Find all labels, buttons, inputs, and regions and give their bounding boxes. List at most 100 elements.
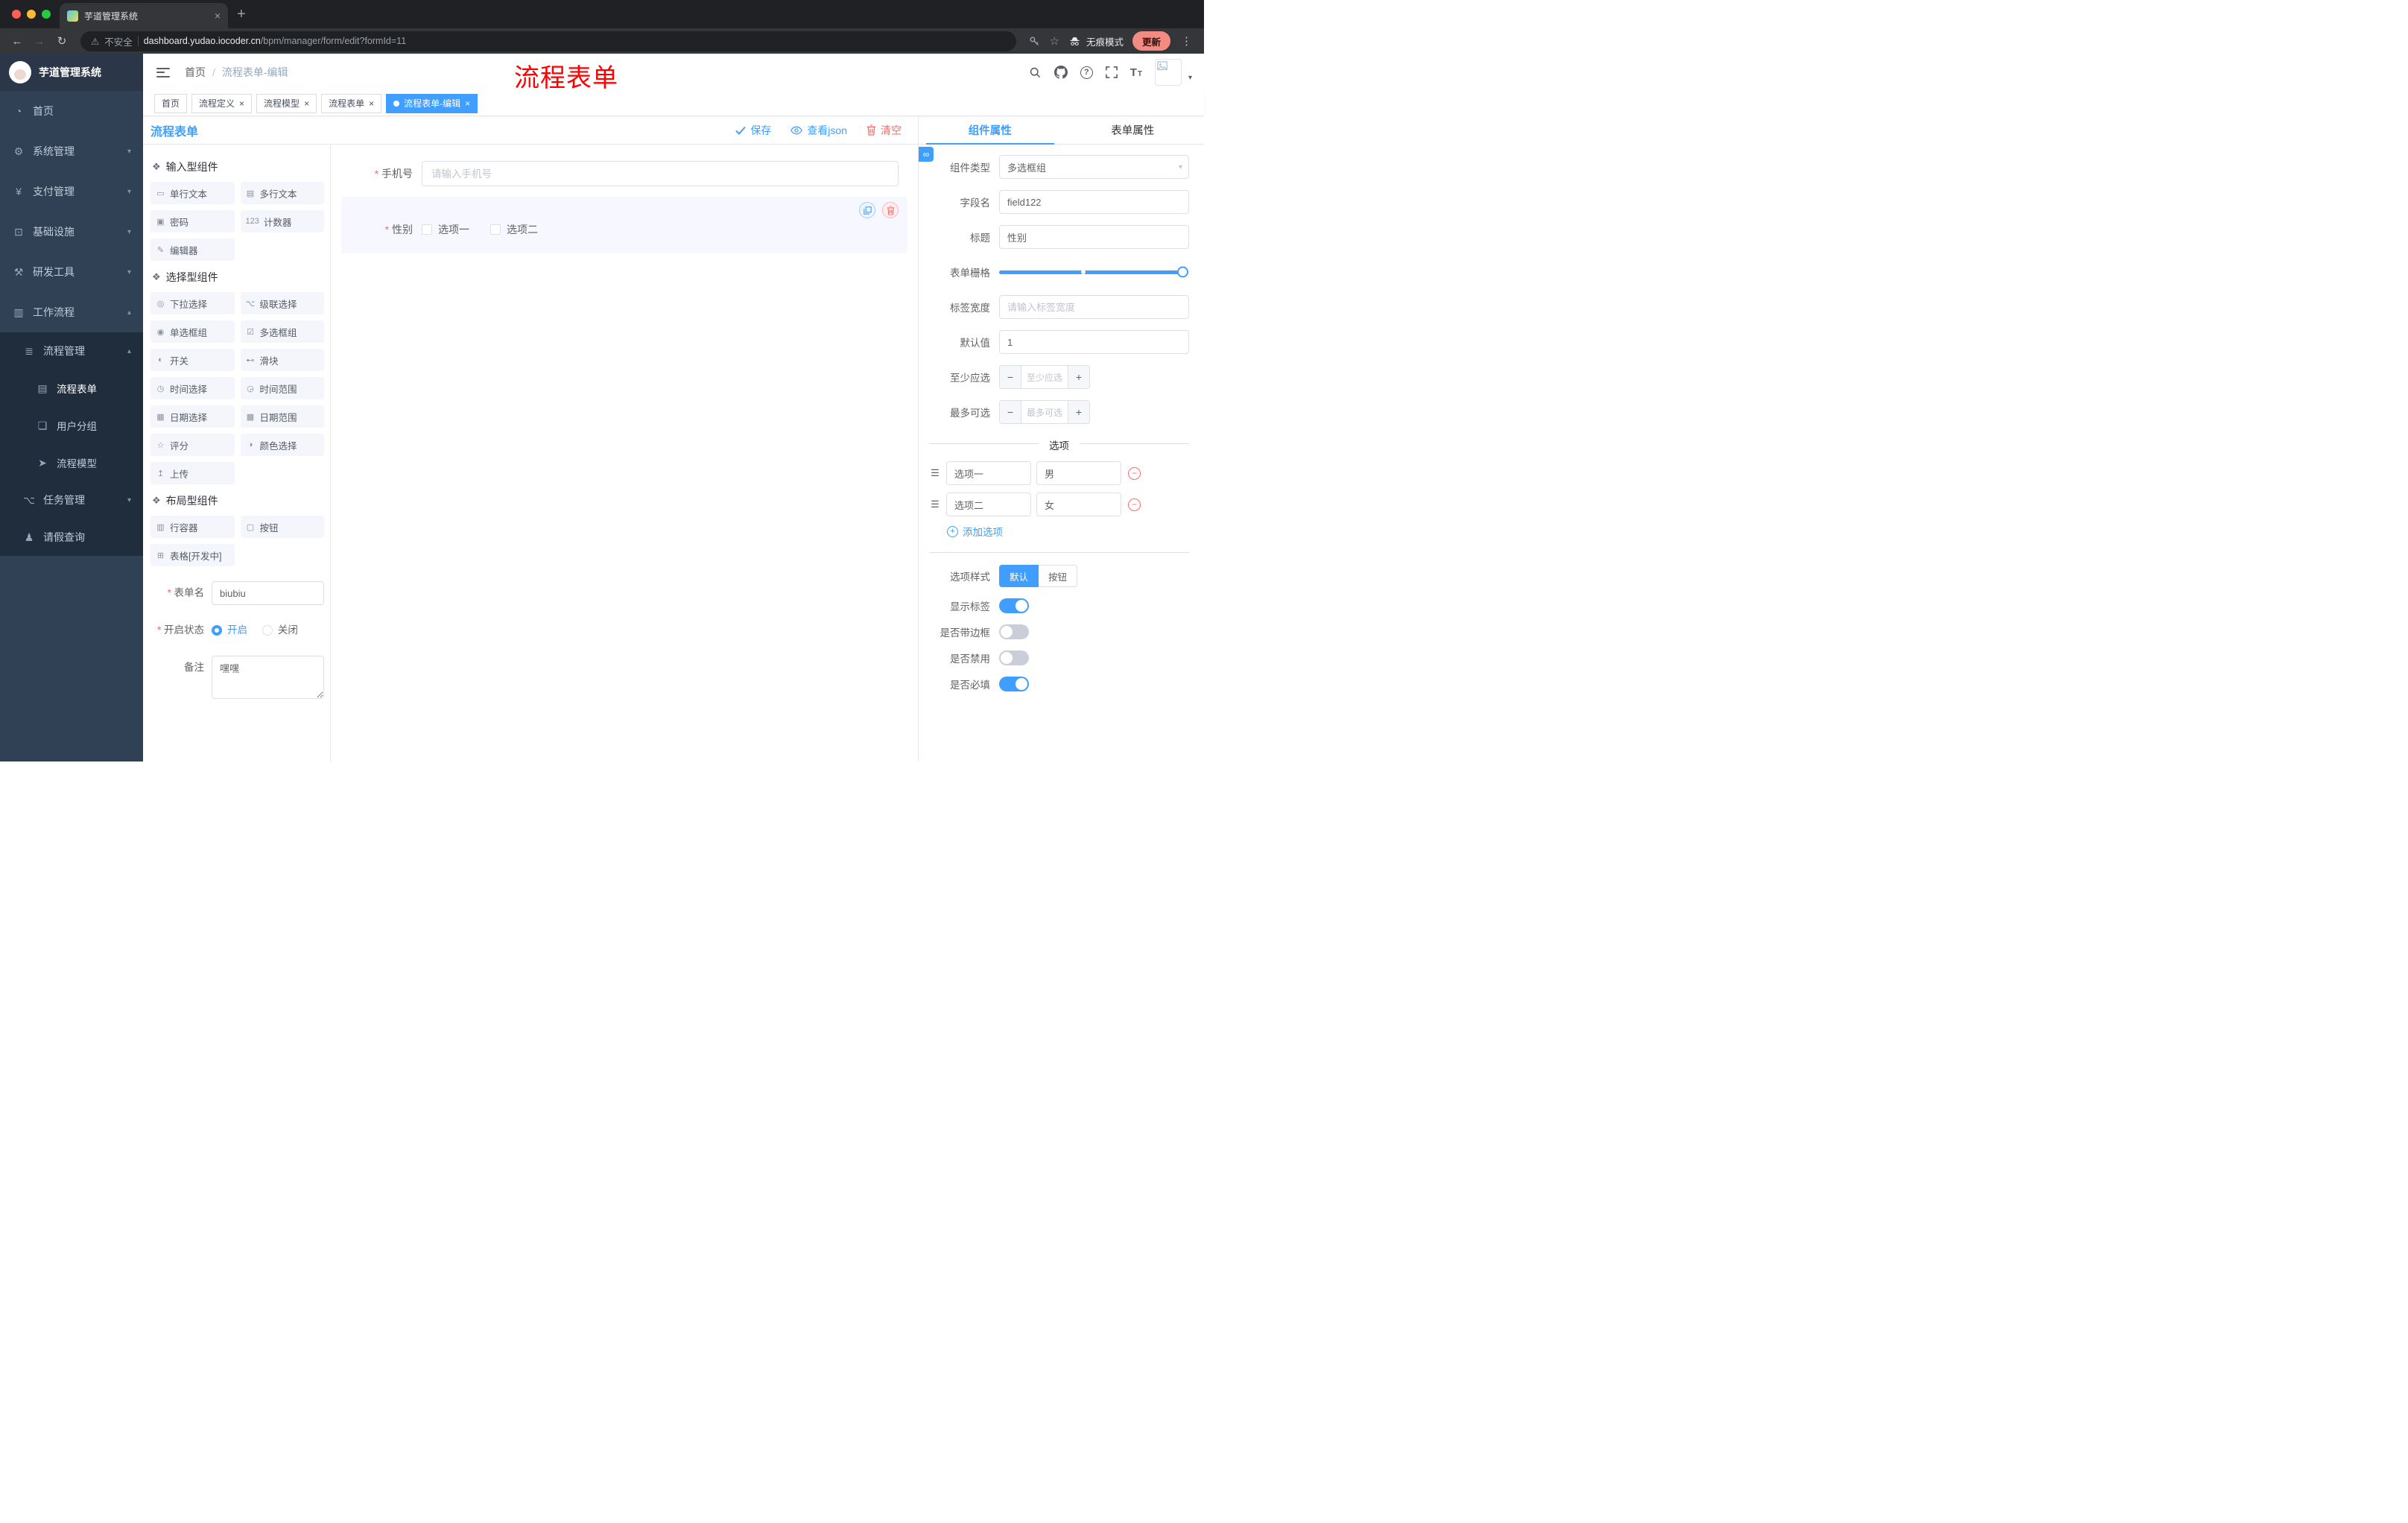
- border-toggle[interactable]: [999, 624, 1029, 639]
- palette-item[interactable]: ◉ 单选框组: [150, 320, 235, 343]
- palette-item[interactable]: ◶ 时间范围: [240, 377, 324, 399]
- plus-button[interactable]: +: [1068, 401, 1089, 423]
- palette-item[interactable]: ⊷ 滑块: [240, 349, 324, 371]
- palette-item[interactable]: ↥ 上传: [150, 462, 235, 484]
- form-name-input[interactable]: [212, 581, 324, 605]
- palette-item[interactable]: ◷ 时间选择: [150, 377, 235, 399]
- hamburger-icon[interactable]: [155, 66, 171, 80]
- palette-item[interactable]: ▥ 行容器: [150, 516, 235, 538]
- back-icon[interactable]: ←: [7, 31, 27, 51]
- palette-item[interactable]: ◐ 开关: [150, 349, 235, 371]
- palette-item[interactable]: ▤ 多行文本: [240, 182, 324, 204]
- close-window-button[interactable]: [12, 10, 21, 19]
- minus-button[interactable]: −: [1000, 366, 1021, 388]
- status-radio-off[interactable]: 关闭: [262, 618, 298, 642]
- forward-icon[interactable]: →: [30, 31, 49, 51]
- update-browser-button[interactable]: 更新: [1132, 31, 1170, 51]
- title-input[interactable]: [999, 225, 1189, 249]
- drag-handle-icon[interactable]: ☰: [929, 467, 941, 479]
- password-key-icon[interactable]: [1028, 35, 1041, 48]
- delete-field-button[interactable]: [882, 202, 899, 218]
- font-size-icon[interactable]: TT: [1130, 66, 1142, 79]
- canvas-field-gender[interactable]: 性别 选项一 选项二: [341, 197, 907, 253]
- checkbox-option-2[interactable]: 选项二: [490, 222, 538, 237]
- plus-button[interactable]: +: [1068, 366, 1089, 388]
- search-icon[interactable]: [1029, 66, 1042, 79]
- tag-home[interactable]: 首页: [154, 93, 188, 113]
- save-button[interactable]: 保存: [735, 123, 771, 138]
- sidebar-item-user-group[interactable]: ❏ 用户分组: [0, 407, 143, 444]
- tag-process-form-edit[interactable]: 流程表单-编辑 ×: [386, 93, 478, 113]
- palette-item[interactable]: ▣ 密码: [150, 210, 235, 232]
- tag-process-model[interactable]: 流程模型 ×: [256, 93, 317, 113]
- avatar-caret-icon[interactable]: ▾: [1188, 74, 1192, 82]
- view-json-button[interactable]: 查看json: [790, 123, 847, 138]
- add-option-button[interactable]: + 添加选项: [929, 524, 1189, 539]
- option-label-input[interactable]: [946, 461, 1031, 485]
- browser-tab[interactable]: 芋道管理系统 ×: [60, 3, 228, 28]
- option-value-input[interactable]: [1036, 493, 1121, 516]
- palette-item[interactable]: ▭ 单行文本: [150, 182, 235, 204]
- new-tab-button[interactable]: +: [228, 6, 255, 28]
- palette-item[interactable]: ◑ 颜色选择: [240, 434, 324, 456]
- address-bar[interactable]: ⚠ 不安全 dashboard.yudao.iocoder.cn/bpm/man…: [80, 31, 1016, 51]
- palette-item[interactable]: ✎ 编辑器: [150, 238, 235, 261]
- form-remark-textarea[interactable]: 嘿嘿: [212, 656, 324, 699]
- canvas-field-phone[interactable]: 手机号: [341, 153, 907, 194]
- clear-button[interactable]: 清空: [866, 123, 902, 138]
- minimize-window-button[interactable]: [27, 10, 36, 19]
- breadcrumb-home[interactable]: 首页: [185, 65, 206, 80]
- zoom-window-button[interactable]: [42, 10, 51, 19]
- tag-close-icon[interactable]: ×: [239, 98, 244, 109]
- sidebar-item-home[interactable]: ◔ 首页: [0, 91, 143, 131]
- palette-item[interactable]: ☑ 多选框组: [240, 320, 324, 343]
- slider-track[interactable]: [999, 266, 1188, 278]
- sidebar-item-leave-query[interactable]: ♟ 请假查询: [0, 519, 143, 556]
- sidebar-item-workflow[interactable]: ▥ 工作流程 ▴: [0, 292, 143, 332]
- checkbox-option-1[interactable]: 选项一: [422, 222, 469, 237]
- security-warning-icon[interactable]: ⚠: [91, 36, 99, 47]
- tag-process-form[interactable]: 流程表单 ×: [321, 93, 382, 113]
- tab-close-icon[interactable]: ×: [215, 10, 221, 22]
- help-icon[interactable]: ?: [1080, 66, 1093, 79]
- tag-process-definition[interactable]: 流程定义 ×: [191, 93, 253, 113]
- github-icon[interactable]: [1054, 66, 1068, 79]
- phone-field-input[interactable]: [422, 161, 899, 186]
- sidebar-item-system[interactable]: ⚙ 系统管理 ▾: [0, 131, 143, 171]
- required-toggle[interactable]: [999, 677, 1029, 691]
- option-value-input[interactable]: [1036, 461, 1121, 485]
- panel-link-handle[interactable]: ∞: [919, 147, 934, 162]
- sidebar-item-process-mgmt[interactable]: ≣ 流程管理 ▴: [0, 332, 143, 370]
- remove-option-button[interactable]: −: [1128, 498, 1141, 511]
- bookmark-star-icon[interactable]: ☆: [1050, 34, 1059, 48]
- tab-form-props[interactable]: 表单属性: [1062, 116, 1205, 144]
- browser-menu-icon[interactable]: ⋮: [1179, 34, 1194, 48]
- tab-component-props[interactable]: 组件属性: [919, 116, 1062, 145]
- palette-item[interactable]: ▢ 按钮: [240, 516, 324, 538]
- sidebar-item-infrastructure[interactable]: ⊡ 基础设施 ▾: [0, 212, 143, 252]
- field-name-input[interactable]: [999, 190, 1189, 214]
- option-label-input[interactable]: [946, 493, 1031, 516]
- status-radio-on[interactable]: 开启: [212, 618, 247, 642]
- tag-close-icon[interactable]: ×: [304, 98, 309, 109]
- style-button-button[interactable]: 按钮: [1039, 565, 1078, 587]
- sidebar-item-payment[interactable]: ¥ 支付管理 ▾: [0, 171, 143, 212]
- palette-item[interactable]: ⊞ 表格[开发中]: [150, 544, 235, 566]
- minus-button[interactable]: −: [1000, 401, 1021, 423]
- max-select-placeholder[interactable]: 最多可选: [1021, 401, 1068, 423]
- disabled-toggle[interactable]: [999, 650, 1029, 665]
- sidebar-item-task-mgmt[interactable]: ⌥ 任务管理 ▾: [0, 481, 143, 519]
- slider-handle[interactable]: [1177, 266, 1188, 278]
- palette-item[interactable]: 123 计数器: [240, 210, 324, 232]
- component-type-select[interactable]: 多选框组 ▾: [999, 155, 1189, 179]
- remove-option-button[interactable]: −: [1128, 466, 1141, 480]
- show-label-toggle[interactable]: [999, 598, 1029, 613]
- user-avatar[interactable]: [1154, 59, 1182, 86]
- style-default-button[interactable]: 默认: [999, 565, 1039, 587]
- reload-icon[interactable]: ↻: [52, 31, 72, 51]
- palette-item[interactable]: ☆ 评分: [150, 434, 235, 456]
- sidebar-item-process-model[interactable]: ➤ 流程模型: [0, 444, 143, 481]
- sidebar-item-process-form[interactable]: ▤ 流程表单: [0, 370, 143, 407]
- min-select-placeholder[interactable]: 至少应选: [1021, 366, 1068, 388]
- default-value-input[interactable]: [999, 330, 1189, 354]
